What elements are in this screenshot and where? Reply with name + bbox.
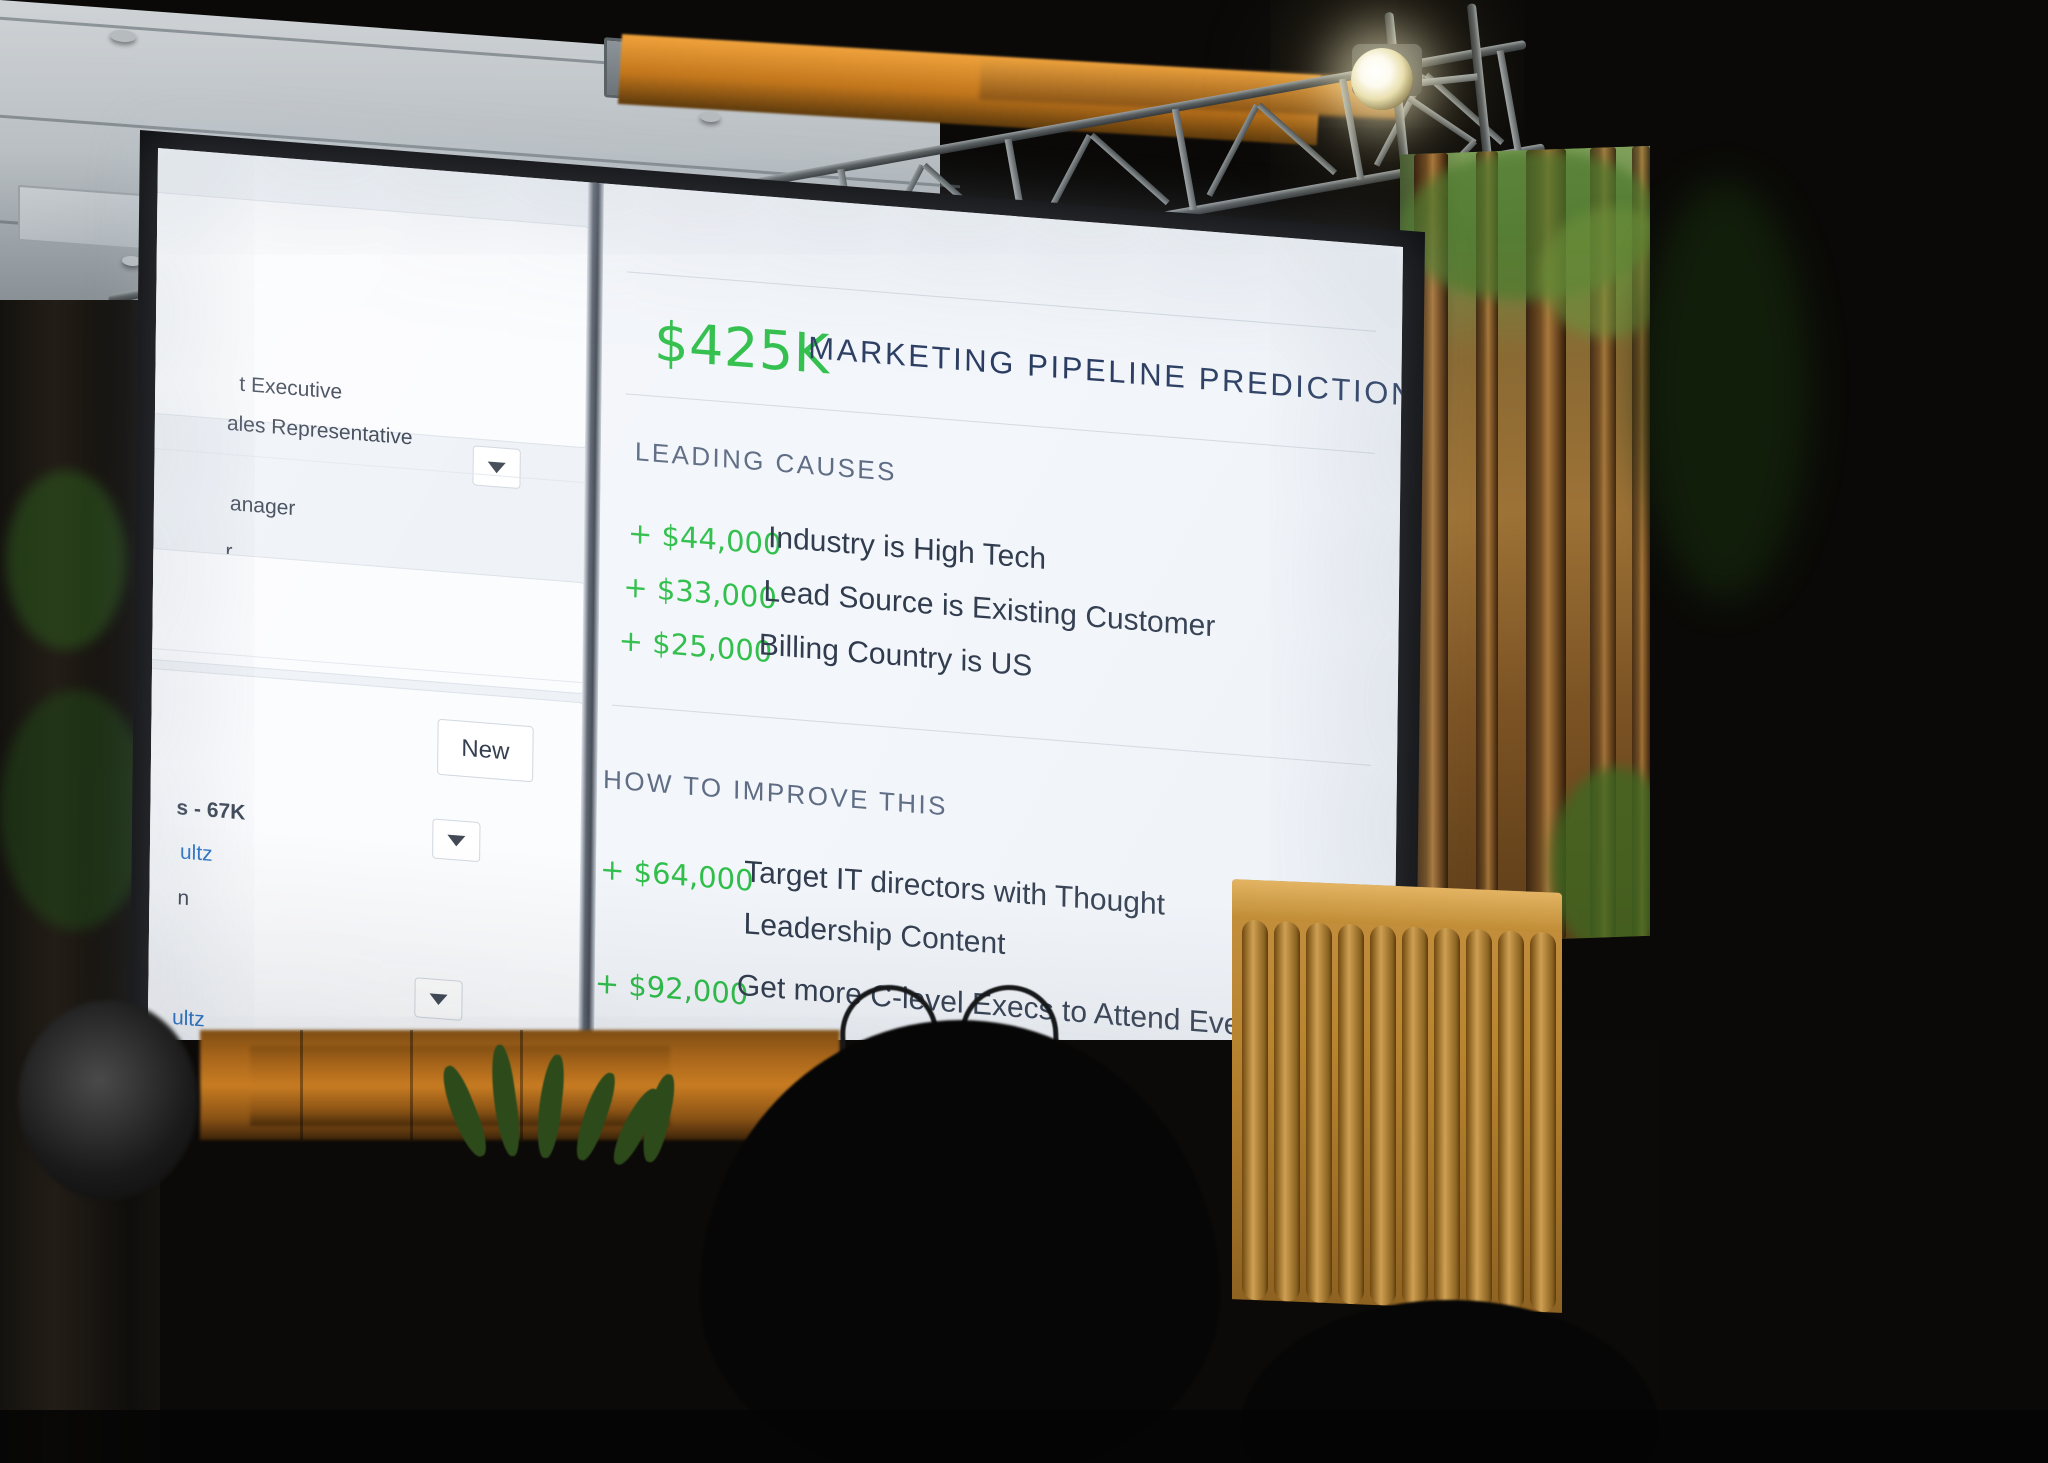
chevron-down-icon: [429, 992, 448, 1006]
stage-light: [1351, 48, 1413, 110]
conference-room-photo: EXIT t Executive ales Representative ana…: [0, 0, 2048, 1463]
left-dropdown-2[interactable]: [432, 818, 481, 863]
cause-0-amount: + $44,000: [627, 515, 782, 562]
improve-0-amount: + $64,000: [599, 851, 754, 898]
improve-0-description-line2: Leadership Content: [743, 907, 1006, 962]
cause-2-amount: + $25,000: [618, 623, 773, 670]
left-dropdown-3[interactable]: [414, 977, 463, 1021]
chevron-down-icon: [487, 460, 506, 474]
mural-foliage: [0, 690, 150, 930]
leading-causes-heading: LEADING CAUSES: [634, 436, 898, 487]
wall-foliage: [1640, 180, 1810, 600]
left-card-top: [147, 188, 590, 449]
left-item-5[interactable]: ultz: [180, 840, 213, 867]
forest-mural: [1400, 145, 1660, 945]
slide-left-panel: t Executive ales Representative anager r…: [147, 148, 590, 1113]
photo-bottom-edge: [0, 1410, 2048, 1463]
chevron-down-icon: [447, 834, 466, 847]
new-button[interactable]: New: [437, 718, 534, 783]
prediction-amount: $425K: [653, 309, 830, 387]
left-item-6: n: [177, 886, 190, 911]
cause-0-description: Industry is High Tech: [767, 520, 1047, 576]
stage-plant: [430, 1020, 730, 1169]
left-item-7[interactable]: ultz: [172, 1006, 205, 1033]
left-dropdown-1[interactable]: [472, 445, 521, 490]
mural-foliage: [6, 470, 126, 650]
projection-screen: t Executive ales Representative anager r…: [147, 148, 1404, 1177]
cause-2-description: Billing Country is US: [758, 628, 1033, 683]
prediction-title: MARKETING PIPELINE PREDICTION: [808, 329, 1404, 414]
improve-1-amount: + $92,000: [594, 965, 749, 1012]
audience-head: [18, 1000, 198, 1200]
cause-1-amount: + $33,000: [623, 569, 778, 616]
improve-heading: HOW TO IMPROVE THIS: [602, 763, 948, 822]
wooden-podium: [1232, 879, 1562, 1313]
left-item-2: anager: [229, 492, 296, 521]
